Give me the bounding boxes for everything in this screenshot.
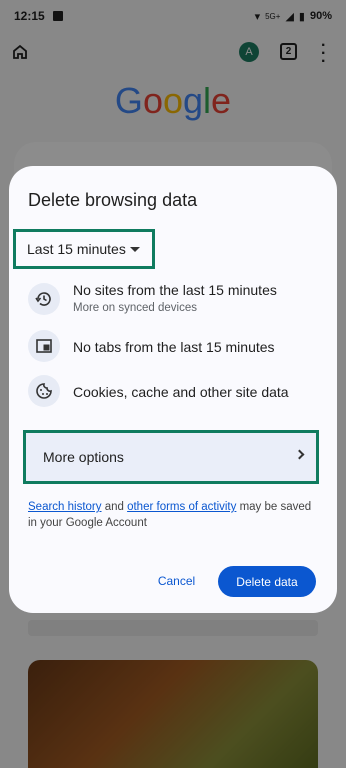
chevron-right-icon (294, 449, 305, 460)
history-item-title: No sites from the last 15 minutes (73, 282, 277, 298)
time-range-dropdown[interactable]: Last 15 minutes (13, 229, 155, 269)
delete-browsing-data-dialog: Delete browsing data Last 15 minutes No … (9, 166, 337, 613)
dialog-title: Delete browsing data (28, 190, 198, 210)
tab-icon (28, 330, 60, 362)
search-history-link[interactable]: Search history (28, 501, 102, 513)
account-footnote: Search history and other forms of activi… (28, 501, 312, 529)
other-activity-link[interactable]: other forms of activity (127, 501, 236, 513)
time-range-value: Last 15 minutes (27, 241, 126, 257)
tabs-item: No tabs from the last 15 minutes (28, 330, 328, 364)
cancel-button[interactable]: Cancel (149, 566, 204, 596)
history-item: No sites from the last 15 minutes More o… (28, 282, 328, 322)
more-options-button[interactable]: More options (23, 430, 319, 484)
dropdown-caret-icon (130, 247, 140, 252)
history-icon (28, 283, 60, 315)
tabs-item-title: No tabs from the last 15 minutes (73, 339, 275, 355)
more-options-label: More options (43, 449, 124, 465)
cookies-item-title: Cookies, cache and other site data (73, 384, 289, 400)
delete-data-button[interactable]: Delete data (218, 566, 316, 597)
cookies-item: Cookies, cache and other site data (28, 375, 328, 409)
cookie-icon (28, 375, 60, 407)
history-item-subtitle: More on synced devices (73, 302, 198, 314)
